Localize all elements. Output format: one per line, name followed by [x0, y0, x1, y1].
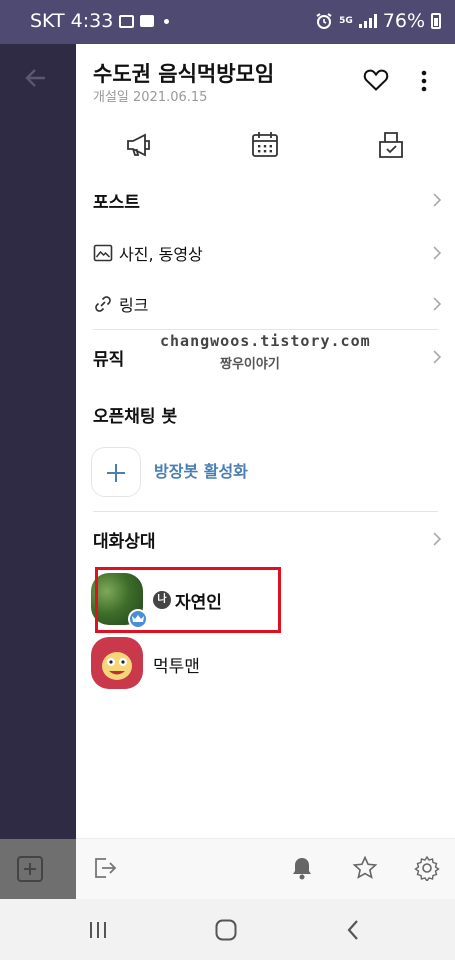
calendar-icon[interactable] [250, 130, 280, 160]
link-icon [95, 296, 111, 312]
quick-actions [76, 126, 455, 166]
chevron-right-icon [433, 193, 442, 207]
menu-music[interactable]: 뮤직 [93, 342, 442, 372]
menu-posts[interactable]: 포스트 [93, 185, 442, 215]
menu-music-label: 뮤직 [93, 349, 125, 370]
status-left: SKT 4:33 [30, 10, 170, 32]
more-vertical-icon[interactable] [414, 68, 434, 94]
heart-icon[interactable] [363, 68, 389, 92]
chevron-right-icon [433, 350, 442, 364]
drawer-footer [76, 838, 455, 899]
activate-bot-label[interactable]: 방장봇 활성화 [154, 458, 248, 482]
menu-posts-label: 포스트 [93, 192, 140, 213]
alarm-icon [316, 13, 332, 29]
menu-photos-label: 사진, 동영상 [119, 245, 203, 264]
network-type: 5G [339, 15, 353, 26]
members-title: 대화상대 [93, 531, 156, 552]
member-name: 먹투맨 [153, 657, 200, 677]
chevron-right-icon [433, 532, 442, 546]
divider [93, 329, 438, 330]
status-right: 5G 76% [315, 10, 441, 32]
room-title: 수도권 음식먹방모임 [93, 62, 275, 86]
highlight-box [95, 567, 281, 633]
chevron-right-icon [433, 246, 442, 260]
more-notifications-icon [164, 18, 170, 24]
signal-icon [358, 14, 377, 28]
chevron-right-icon [433, 297, 442, 311]
avatar [91, 637, 143, 689]
room-created-date: 개설일 2021.06.15 [93, 90, 208, 105]
exit-icon[interactable] [92, 855, 118, 881]
clock: 4:33 [70, 10, 114, 32]
battery-percent: 76% [382, 10, 425, 32]
openchat-bot-title: 오픈채팅 봇 [93, 407, 178, 427]
back-arrow-icon[interactable] [24, 66, 48, 90]
member-item-me[interactable]: 나 자연인 [91, 567, 431, 633]
dimmed-chat-background[interactable] [0, 44, 76, 839]
star-icon[interactable] [352, 855, 378, 881]
vote-box-icon[interactable] [376, 130, 406, 160]
battery-icon [431, 13, 441, 29]
menu-photos-videos[interactable]: 사진, 동영상 [93, 238, 442, 268]
activate-bot-button[interactable] [91, 447, 141, 497]
menu-links-label: 링크 [119, 296, 149, 315]
attach-plus-icon[interactable] [17, 856, 43, 882]
recent-apps-icon[interactable] [86, 919, 110, 941]
chatroom-drawer: 수도권 음식먹방모임 개설일 2021.06.15 포스트 사진, 동영상 링크… [76, 44, 455, 899]
message-notification-icon [140, 15, 155, 27]
gear-icon[interactable] [414, 855, 440, 881]
menu-links[interactable]: 링크 [93, 289, 442, 319]
bell-icon[interactable] [289, 855, 315, 881]
gallery-notification-icon [119, 14, 135, 28]
status-bar: SKT 4:33 5G 76% [0, 0, 455, 44]
members-header[interactable]: 대화상대 [93, 524, 442, 554]
divider [93, 511, 438, 512]
carrier-label: SKT [30, 10, 65, 32]
member-item[interactable]: 먹투맨 [91, 637, 431, 693]
system-nav-bar [0, 899, 455, 960]
back-icon[interactable] [342, 919, 366, 941]
megaphone-icon[interactable] [124, 130, 154, 160]
home-icon[interactable] [214, 919, 238, 941]
image-icon [93, 244, 113, 262]
